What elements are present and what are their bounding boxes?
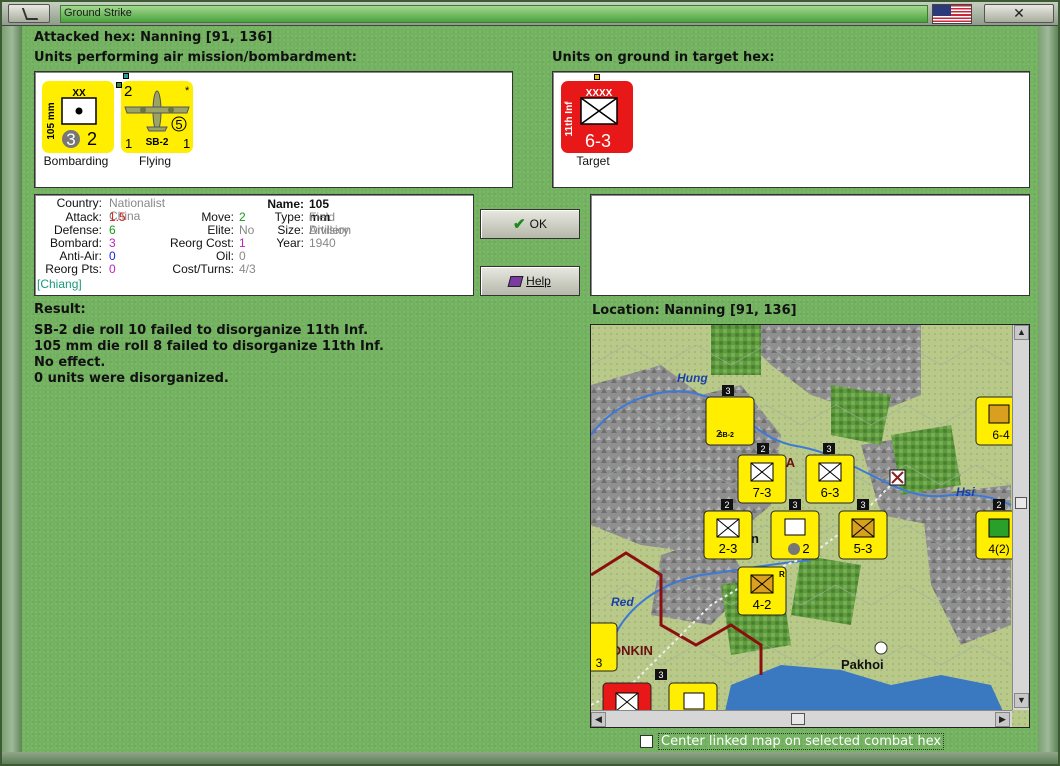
leader-link[interactable]: [Chiang] xyxy=(37,278,82,291)
unit-year-value: 1940 xyxy=(309,236,336,250)
center-map-option[interactable]: Center linked map on selected combat hex xyxy=(640,733,945,750)
target-caption: Target xyxy=(576,154,610,168)
counter-name: SB-2 xyxy=(146,137,169,148)
unit-counter-sb2[interactable]: 2 * 5 SB-2 1 1 xyxy=(121,81,193,153)
arrow-icon xyxy=(21,8,39,20)
svg-text:4(2): 4(2) xyxy=(988,542,1009,556)
title-bar: Ground Strike ✕ xyxy=(2,2,1058,26)
svg-text:3: 3 xyxy=(826,444,831,454)
target-strength: 6-3 xyxy=(585,131,611,151)
attacked-hex-label: Attacked hex: Nanning [91, 136] xyxy=(34,30,273,45)
counter-attack: 3 xyxy=(66,130,75,149)
ok-button[interactable]: ✔ OK xyxy=(480,209,580,239)
counter-left: 1 xyxy=(125,136,132,151)
status-marker-icon xyxy=(116,82,122,88)
reorg-pts-value: 0 xyxy=(109,262,116,276)
result-label: Result: xyxy=(34,302,86,317)
svg-text:4-2: 4-2 xyxy=(753,597,772,612)
counter-range: 5 xyxy=(175,117,182,132)
status-marker-icon xyxy=(594,74,600,80)
counter-side-label: 105 mm xyxy=(46,102,57,139)
result-text: SB-2 die roll 10 failed to disorganize 1… xyxy=(34,323,384,386)
cost-turns-value: 4/3 xyxy=(239,262,256,276)
linked-map[interactable]: Hung Hsi Red Pakhoi ONKIN nn VA 2 SB-2 3… xyxy=(590,324,1030,728)
vertical-scroll-thumb[interactable] xyxy=(1015,497,1027,509)
counter-right: 1 xyxy=(183,136,190,151)
bomber-aircraft-icon: 2 * 5 SB-2 1 1 xyxy=(124,83,190,151)
flying-caption: Flying xyxy=(138,154,171,168)
svg-text:3: 3 xyxy=(792,500,797,510)
status-marker-icon xyxy=(123,73,129,79)
check-icon: ✔ xyxy=(513,216,526,233)
svg-text:7-3: 7-3 xyxy=(753,485,772,500)
horizontal-scroll-thumb[interactable] xyxy=(791,713,805,725)
ground-units-label: Units on ground in target hex: xyxy=(552,50,775,65)
scroll-down-icon[interactable]: ▼ xyxy=(1014,693,1029,708)
river-label: Hsi xyxy=(956,485,975,499)
svg-text:2-3: 2-3 xyxy=(719,541,738,556)
bombarding-caption: Bombarding xyxy=(43,154,109,168)
svg-text:6-4: 6-4 xyxy=(992,428,1010,442)
infantry-counter-icon: 11th Inf XXXX 6-3 xyxy=(564,88,618,151)
system-menu-button[interactable] xyxy=(8,4,50,23)
map-vertical-scrollbar[interactable]: ▲ ▼ xyxy=(1012,325,1029,710)
map-unit-counter[interactable]: 3 xyxy=(591,622,618,672)
close-button[interactable]: ✕ xyxy=(984,4,1054,23)
svg-text:5-3: 5-3 xyxy=(854,541,873,556)
center-map-label[interactable]: Center linked map on selected combat hex xyxy=(658,733,945,750)
svg-text:R: R xyxy=(779,570,785,579)
river-label: Hung xyxy=(677,371,708,385)
help-button[interactable]: Help xyxy=(480,266,580,296)
scroll-right-icon[interactable]: ▶ xyxy=(995,712,1010,727)
svg-text:2: 2 xyxy=(996,500,1001,510)
svg-text:2: 2 xyxy=(760,444,765,454)
target-side-label: 11th Inf xyxy=(564,101,575,137)
counter-star: * xyxy=(185,85,190,97)
place-label: Pakhoi xyxy=(841,657,884,672)
svg-text:SB-2: SB-2 xyxy=(718,432,734,439)
svg-text:3: 3 xyxy=(860,500,865,510)
window-title: Ground Strike xyxy=(64,7,132,19)
scroll-up-icon[interactable]: ▲ xyxy=(1014,325,1029,340)
svg-text:3: 3 xyxy=(658,670,663,680)
map-horizontal-scrollbar[interactable]: ◀ ▶ xyxy=(591,710,1012,727)
air-units-label: Units performing air mission/bombardment… xyxy=(34,50,358,65)
counter-number: 2 xyxy=(124,83,132,100)
map-unit-counter[interactable]: 4-2 R xyxy=(737,566,787,616)
location-label: Location: Nanning [91, 136] xyxy=(592,303,797,318)
svg-text:2: 2 xyxy=(802,541,809,556)
svg-text:3: 3 xyxy=(725,386,730,396)
scroll-left-icon[interactable]: ◀ xyxy=(591,712,606,727)
unit-counter-11th-inf[interactable]: 11th Inf XXXX 6-3 xyxy=(561,81,633,153)
river-label: Red xyxy=(611,595,634,609)
ground-strike-window: Ground Strike ✕ Attacked hex: Nanning [9… xyxy=(0,0,1060,766)
target-info-panel xyxy=(590,194,1030,296)
map-unit-counter[interactable]: 6-4 xyxy=(975,396,1017,446)
svg-text:2: 2 xyxy=(724,500,729,510)
counter-defense: 2 xyxy=(87,129,97,149)
hex-map: Hung Hsi Red Pakhoi ONKIN nn VA 2 SB-2 3… xyxy=(591,325,1029,727)
artillery-counter-icon: 105 mm XX 3 2 xyxy=(46,88,97,149)
svg-text:6-3: 6-3 xyxy=(821,485,840,500)
center-map-checkbox[interactable] xyxy=(640,735,653,748)
book-icon xyxy=(507,275,524,287)
svg-text:3: 3 xyxy=(596,656,603,670)
unit-counter-105mm[interactable]: 105 mm XX 3 2 xyxy=(42,81,114,153)
us-flag-icon xyxy=(932,4,972,24)
